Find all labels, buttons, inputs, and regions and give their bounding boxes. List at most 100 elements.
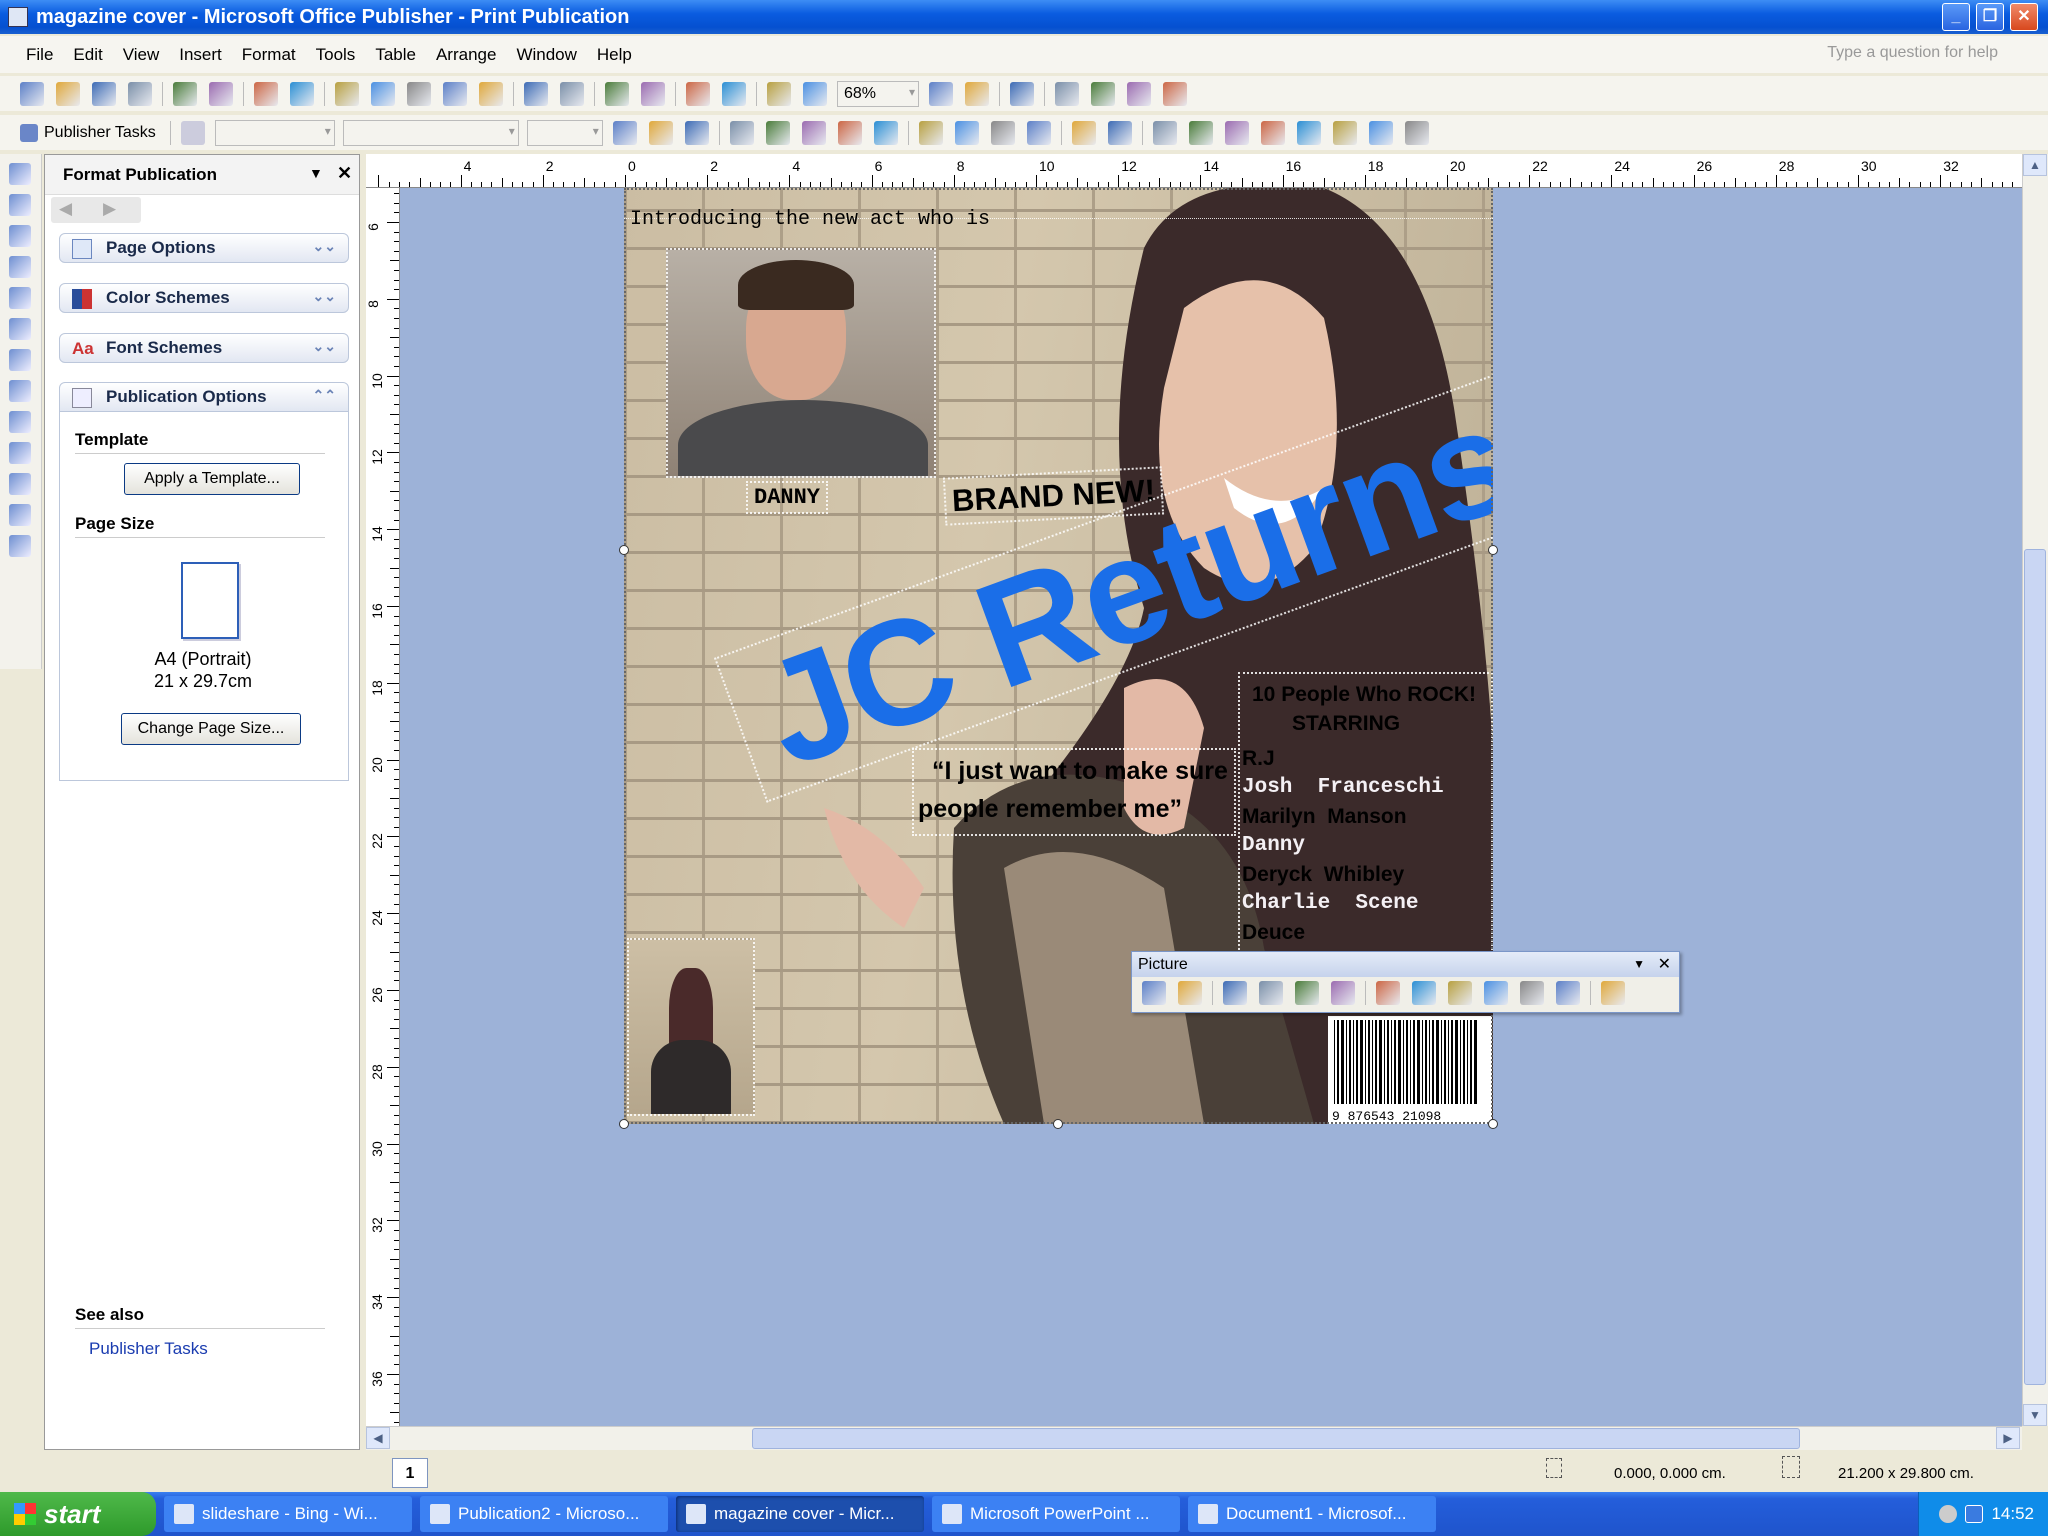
close-icon[interactable]: ✕ (1658, 952, 1671, 977)
pilcrow-icon[interactable] (803, 81, 827, 106)
undo-icon[interactable] (524, 81, 548, 106)
color-icon[interactable] (1178, 981, 1202, 1005)
section-color-schemes[interactable]: Color Schemes ⌄⌄ (59, 283, 349, 313)
arrow-icon[interactable] (9, 349, 31, 371)
horizontal-scrollbar[interactable]: ◀ ▶ (366, 1426, 2022, 1450)
italic-icon[interactable] (648, 120, 673, 145)
rectangle-icon[interactable] (9, 411, 31, 433)
wordart-icon[interactable] (9, 256, 31, 278)
new-icon[interactable] (20, 81, 44, 106)
web-preview-icon[interactable] (722, 81, 746, 106)
vertical-ruler[interactable]: 6 8 10 12 14 16 18 20 22 24 26 28 30 32 34 36 (365, 188, 400, 1426)
numbering-icon[interactable] (918, 120, 943, 145)
menu-help[interactable]: Help (597, 45, 632, 65)
cut-icon[interactable] (335, 81, 359, 106)
previous-textbox-icon[interactable] (1127, 81, 1151, 106)
open-icon[interactable] (56, 81, 80, 106)
menu-edit[interactable]: Edit (73, 45, 102, 65)
form-control-icon[interactable] (9, 504, 31, 526)
picture-icon[interactable] (9, 287, 31, 309)
center-icon[interactable] (765, 120, 790, 145)
menu-insert[interactable]: Insert (179, 45, 222, 65)
scroll-left-icon[interactable]: ◀ (366, 1427, 390, 1449)
more-contrast-icon[interactable] (1223, 981, 1247, 1005)
close-button[interactable]: ✕ (2010, 3, 2038, 31)
intro-text[interactable]: Introducing the new act who is (630, 208, 990, 231)
insert-picture-icon[interactable] (1142, 981, 1166, 1005)
increase-indent-icon[interactable] (1026, 120, 1051, 145)
less-contrast-icon[interactable] (1259, 981, 1283, 1005)
3d-icon[interactable] (1404, 120, 1429, 145)
taskbar-item[interactable]: slideshare - Bing - Wi... (164, 1496, 412, 1532)
quote-text[interactable]: “I just want to make sure people remembe… (912, 748, 1236, 836)
underline-icon[interactable] (684, 120, 709, 145)
vertical-scrollbar[interactable]: ▲ ▼ (2022, 154, 2048, 1426)
taskbar-item[interactable]: Publication2 - Microso... (420, 1496, 668, 1532)
columns-icon[interactable] (767, 81, 791, 106)
toolbar-options-icon[interactable]: ▼ (1633, 952, 1645, 977)
scroll-right-icon[interactable]: ▶ (1996, 1427, 2020, 1449)
rotate-icon[interactable] (641, 81, 665, 106)
resize-handle[interactable] (619, 545, 629, 555)
line-color-icon[interactable] (1188, 120, 1213, 145)
task-pane-close-icon[interactable]: ✕ (337, 163, 352, 184)
horizontal-scroll-thumb[interactable] (752, 1428, 1800, 1449)
arrow-style-icon[interactable] (1332, 120, 1357, 145)
back-icon[interactable]: ◀ (59, 199, 72, 219)
danny-photo[interactable] (666, 248, 936, 478)
rock-list[interactable]: 10 People Who ROCK! STARRING R.J Josh Fra… (1238, 672, 1493, 954)
help-icon[interactable] (1010, 81, 1034, 106)
change-page-size-button[interactable]: Change Page Size... (121, 713, 301, 745)
unlink-textbox-icon[interactable] (1091, 81, 1115, 106)
menu-format[interactable]: Format (242, 45, 296, 65)
copy-icon[interactable] (371, 81, 395, 106)
start-button[interactable]: start (0, 1492, 156, 1536)
menu-view[interactable]: View (123, 45, 160, 65)
danny-caption[interactable]: DANNY (746, 481, 829, 514)
resize-handle[interactable] (1053, 1119, 1063, 1129)
research-icon[interactable] (290, 81, 314, 106)
zoom-in-icon[interactable] (965, 81, 989, 106)
menu-window[interactable]: Window (516, 45, 576, 65)
zoom-combobox[interactable]: 68% (837, 80, 919, 107)
zoom-out-icon[interactable] (929, 81, 953, 106)
dash-style-icon[interactable] (1296, 120, 1321, 145)
compress-icon[interactable] (1448, 981, 1472, 1005)
less-brightness-icon[interactable] (1331, 981, 1355, 1005)
small-photo[interactable] (627, 938, 755, 1116)
line-style-icon[interactable] (1412, 981, 1436, 1005)
hot-spot-icon[interactable] (9, 473, 31, 495)
design-gallery-icon[interactable] (9, 535, 31, 557)
menu-arrange[interactable]: Arrange (436, 45, 496, 65)
taskbar-item[interactable]: Document1 - Microsof... (1188, 1496, 1436, 1532)
taskbar-item[interactable]: magazine cover - Micr... (676, 1496, 924, 1532)
set-transparent-icon[interactable] (1556, 981, 1580, 1005)
oval-icon[interactable] (9, 380, 31, 402)
save-icon[interactable] (92, 81, 116, 106)
crop-icon[interactable] (1376, 981, 1400, 1005)
minimize-button[interactable]: _ (1942, 3, 1970, 31)
help-search-input[interactable]: Type a question for help (1827, 44, 1998, 62)
vertical-scroll-thumb[interactable] (2024, 549, 2046, 1385)
next-textbox-icon[interactable] (1163, 81, 1187, 106)
format-painter-icon[interactable] (443, 81, 467, 106)
horizontal-ruler[interactable]: 4 2 0 2 4 6 8 10 12 14 16 18 20 22 24 26 28 30 32 (366, 154, 2022, 188)
print-icon[interactable] (173, 81, 197, 106)
line-spacing-icon[interactable] (873, 120, 898, 145)
section-font-schemes[interactable]: Aa Font Schemes ⌄⌄ (59, 333, 349, 363)
publisher-tasks-link[interactable]: Publisher Tasks (89, 1339, 208, 1359)
shadow-icon[interactable] (1368, 120, 1393, 145)
font-color-icon[interactable] (1224, 120, 1249, 145)
spelling-icon[interactable] (254, 81, 278, 106)
paste-icon[interactable] (407, 81, 431, 106)
forward-icon[interactable]: ▶ (103, 199, 116, 219)
publication-canvas[interactable]: Introducing the new act who is DANNY BRA… (400, 188, 2022, 1426)
style-combobox[interactable] (214, 119, 335, 146)
apply-template-button[interactable]: Apply a Template... (124, 463, 300, 495)
autoshapes-icon[interactable] (9, 442, 31, 464)
resize-handle[interactable] (1488, 545, 1498, 555)
more-brightness-icon[interactable] (1295, 981, 1319, 1005)
text-box-icon[interactable] (9, 194, 31, 216)
permission-icon[interactable] (128, 81, 152, 106)
taskbar-item[interactable]: Microsoft PowerPoint ... (932, 1496, 1180, 1532)
